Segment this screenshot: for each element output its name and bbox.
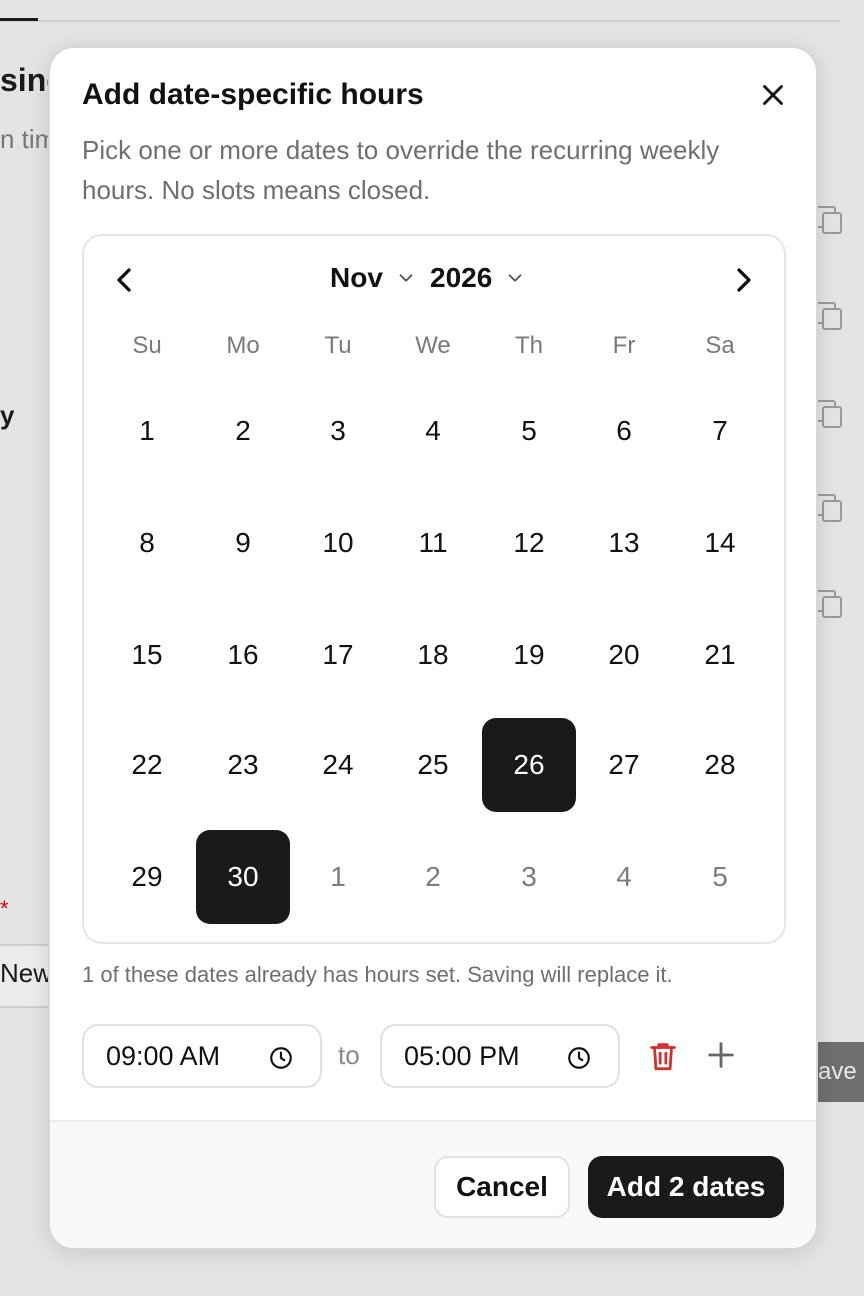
weekday-header: Mo: [226, 332, 260, 359]
delete-slot-trash-icon[interactable]: [646, 1038, 680, 1074]
date-picker-calendar: Nov 2026 Su Mo Tu We Th Fr Sa 1 2 3 4 5 6 7 8 9 10 11 12 13…: [82, 234, 786, 944]
weekday-header: Sa: [705, 332, 735, 359]
calendar-day[interactable]: 12: [482, 496, 576, 590]
weekday-header: Th: [514, 332, 543, 359]
start-time-value: 09:00 AM: [106, 1040, 221, 1071]
weekday-header: Su: [132, 332, 162, 359]
background-active-tab-indicator: [0, 18, 38, 21]
calendar-day[interactable]: 4: [386, 384, 480, 478]
weekday-header: Fr: [612, 332, 636, 359]
calendar-day[interactable]: 13: [577, 496, 671, 590]
calendar-day[interactable]: 14: [673, 496, 767, 590]
calendar-day-outside-month[interactable]: 1: [291, 830, 385, 924]
calendar-day-outside-month[interactable]: 5: [673, 830, 767, 924]
calendar-day[interactable]: 25: [386, 718, 480, 812]
calendar-day-outside-month[interactable]: 2: [386, 830, 480, 924]
close-icon[interactable]: [756, 78, 790, 112]
calendar-day[interactable]: 1: [100, 384, 194, 478]
calendar-day[interactable]: 21: [673, 608, 767, 702]
clock-icon: [270, 1047, 292, 1069]
calendar-day[interactable]: 27: [577, 718, 671, 812]
background-copy-icon: [816, 206, 842, 234]
calendar-day[interactable]: 28: [673, 718, 767, 812]
weekday-header: Tu: [324, 332, 352, 359]
calendar-day[interactable]: 9: [196, 496, 290, 590]
calendar-day-selected[interactable]: 26: [482, 718, 576, 812]
background-copy-icon: [816, 494, 842, 522]
end-time-input[interactable]: 05:00 PM: [380, 1024, 620, 1088]
previous-month-chevron-left-icon[interactable]: [104, 260, 144, 300]
year-select[interactable]: 2026: [430, 256, 526, 300]
time-range-separator: to: [338, 1040, 360, 1070]
date-specific-hours-dialog: Add date-specific hours Pick one or more…: [48, 46, 818, 1250]
background-required-marker: *: [0, 896, 9, 921]
start-time-input[interactable]: 09:00 AM: [82, 1024, 322, 1088]
calendar-day[interactable]: 29: [100, 830, 194, 924]
overwrite-warning-text: 1 of these dates already has hours set. …: [82, 962, 673, 987]
calendar-day[interactable]: 18: [386, 608, 480, 702]
calendar-day[interactable]: 22: [100, 718, 194, 812]
calendar-day[interactable]: 7: [673, 384, 767, 478]
background-save-button: ave: [812, 1042, 864, 1102]
calendar-day[interactable]: 11: [386, 496, 480, 590]
calendar-day[interactable]: 2: [196, 384, 290, 478]
add-dates-button[interactable]: Add 2 dates: [588, 1156, 784, 1218]
chevron-down-icon: [399, 274, 413, 282]
dialog-description: Pick one or more dates to override the r…: [82, 135, 720, 205]
month-select[interactable]: Nov: [330, 256, 417, 300]
calendar-day[interactable]: 24: [291, 718, 385, 812]
background-tab-divider: [0, 20, 840, 22]
background-copy-icon: [816, 590, 842, 618]
calendar-day[interactable]: 6: [577, 384, 671, 478]
background-copy-icon: [816, 302, 842, 330]
calendar-day-selected[interactable]: 30: [196, 830, 290, 924]
dialog-footer: Cancel Add 2 dates: [50, 1120, 816, 1248]
calendar-day[interactable]: 8: [100, 496, 194, 590]
end-time-value: 05:00 PM: [404, 1040, 520, 1071]
calendar-day[interactable]: 23: [196, 718, 290, 812]
calendar-day[interactable]: 17: [291, 608, 385, 702]
calendar-day[interactable]: 5: [482, 384, 576, 478]
cancel-button[interactable]: Cancel: [434, 1156, 570, 1218]
month-select-value: Nov: [330, 262, 383, 293]
weekday-header: We: [415, 332, 451, 359]
next-month-chevron-right-icon[interactable]: [724, 260, 764, 300]
background-new-label: New: [0, 958, 53, 988]
year-select-value: 2026: [430, 262, 493, 293]
calendar-day[interactable]: 10: [291, 496, 385, 590]
background-copy-icon: [816, 400, 842, 428]
calendar-day[interactable]: 3: [291, 384, 385, 478]
chevron-down-icon: [508, 274, 522, 282]
background-section-label: y: [0, 400, 15, 430]
add-slot-plus-icon[interactable]: [704, 1038, 738, 1072]
calendar-day-outside-month[interactable]: 4: [577, 830, 671, 924]
calendar-day[interactable]: 20: [577, 608, 671, 702]
dialog-title: Add date-specific hours: [82, 78, 424, 111]
calendar-day[interactable]: 16: [196, 608, 290, 702]
calendar-day-outside-month[interactable]: 3: [482, 830, 576, 924]
calendar-day[interactable]: 19: [482, 608, 576, 702]
calendar-day[interactable]: 15: [100, 608, 194, 702]
clock-icon: [568, 1047, 590, 1069]
